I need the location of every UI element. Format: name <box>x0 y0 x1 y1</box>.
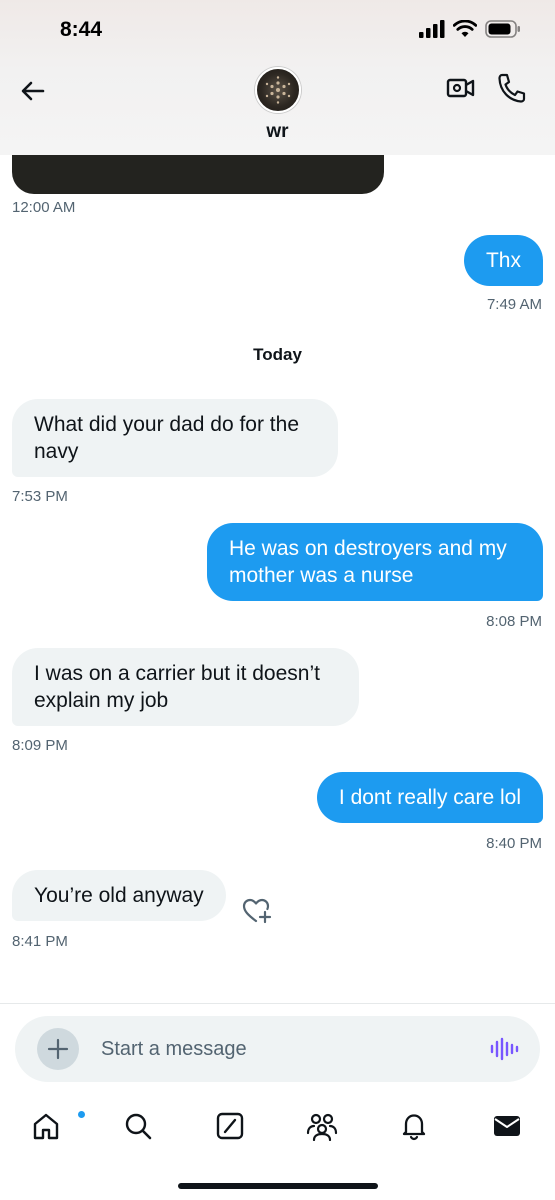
back-button[interactable] <box>16 74 50 108</box>
message-timestamp: 8:08 PM <box>486 613 542 630</box>
avatar-pattern-icon <box>265 76 291 104</box>
message-timestamp: 8:09 PM <box>12 737 68 754</box>
nav-notifications[interactable] <box>394 1106 434 1146</box>
message-timestamp: 7:53 PM <box>12 488 68 505</box>
battery-icon <box>485 20 520 38</box>
nav-home[interactable] <box>26 1106 85 1146</box>
messages-icon <box>494 1116 520 1136</box>
communities-icon <box>306 1113 338 1141</box>
message-input[interactable] <box>101 1030 461 1068</box>
voice-call-button[interactable] <box>496 72 526 109</box>
voice-message-button[interactable] <box>489 1036 519 1067</box>
nav-communities[interactable] <box>302 1106 342 1146</box>
status-time: 8:44 <box>60 18 103 41</box>
voice-waveform-icon <box>490 1037 519 1061</box>
status-icons <box>419 20 521 38</box>
message-bubble-incoming[interactable]: You’re old anyway <box>12 870 226 921</box>
compose-icon <box>216 1112 244 1140</box>
notification-dot <box>78 1111 85 1118</box>
message-timestamp: 12:00 AM <box>12 199 76 216</box>
message-bubble-incoming[interactable]: What did your dad do for the navy <box>12 399 338 477</box>
nav-search[interactable] <box>118 1106 158 1146</box>
search-icon <box>125 1113 152 1140</box>
nav-compose[interactable] <box>210 1106 250 1146</box>
contact-name[interactable]: wr <box>0 121 555 143</box>
bottom-navigation <box>0 1100 555 1150</box>
phone-icon <box>498 73 526 103</box>
message-timestamp: 8:41 PM <box>12 933 68 950</box>
nav-messages[interactable] <box>487 1106 527 1146</box>
message-timestamp: 8:40 PM <box>486 835 542 852</box>
arrow-left-icon <box>21 81 45 101</box>
wifi-icon <box>453 20 477 37</box>
composer-divider <box>0 1003 555 1004</box>
add-attachment-button[interactable] <box>37 1028 79 1070</box>
avatar[interactable] <box>255 67 301 113</box>
message-timestamp: 7:49 AM <box>486 296 542 313</box>
day-separator: Today <box>253 345 302 364</box>
message-bubble-outgoing[interactable]: I dont really care lol <box>316 772 543 823</box>
notifications-icon <box>402 1114 426 1141</box>
message-bubble-outgoing[interactable]: Thx <box>463 235 543 286</box>
conversation-header: 8:44 wr <box>0 0 555 155</box>
signal-icon <box>419 20 445 38</box>
message-bubble-outgoing[interactable]: He was on destroyers and my mother was a… <box>207 523 543 601</box>
home-indicator <box>178 1183 378 1189</box>
message-bubble-incoming[interactable]: I was on a carrier but it doesn’t explai… <box>12 648 359 726</box>
add-reaction-button[interactable] <box>242 897 274 930</box>
video-call-button[interactable] <box>446 74 476 107</box>
message-composer <box>15 1016 540 1082</box>
home-icon <box>33 1113 59 1140</box>
plus-icon <box>47 1038 69 1060</box>
video-camera-icon <box>446 78 475 98</box>
heart-plus-icon <box>242 898 272 924</box>
